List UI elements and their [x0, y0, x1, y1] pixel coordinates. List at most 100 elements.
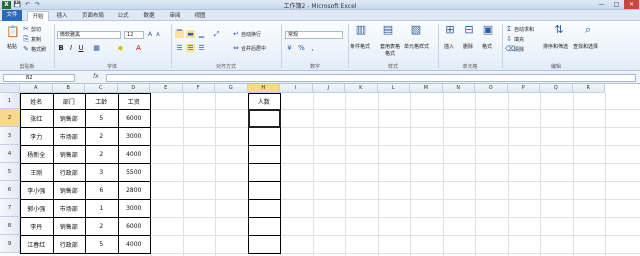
find-select-icon[interactable]: ⌕: [581, 24, 595, 36]
italic-button[interactable]: I: [67, 44, 75, 52]
active-cell-selection[interactable]: [247, 109, 281, 128]
format-icon[interactable]: ▣: [481, 24, 495, 36]
fill-color-icon[interactable]: ◆: [116, 44, 125, 52]
align-bottom-icon[interactable]: ▁: [197, 30, 206, 38]
table-cell[interactable]: 销售部: [53, 109, 86, 127]
column-header-k[interactable]: K: [345, 84, 378, 93]
row-header-8[interactable]: 8: [0, 217, 20, 235]
table-cell[interactable]: 杨新全: [20, 145, 53, 163]
column-header-h[interactable]: H: [247, 84, 280, 93]
table-cell[interactable]: 6000: [118, 109, 151, 127]
insert-icon[interactable]: ⊞: [443, 24, 457, 36]
find-select-button[interactable]: 查找和选择: [573, 43, 598, 50]
fx-icon[interactable]: fx: [93, 73, 99, 80]
undo-icon[interactable]: ↶: [23, 1, 32, 9]
currency-icon[interactable]: ¥: [285, 44, 294, 52]
table-cell[interactable]: 3: [85, 163, 118, 181]
table-cell[interactable]: 行政部: [53, 163, 86, 181]
sort-filter-icon[interactable]: ⇅: [552, 24, 566, 36]
wrap-text-button[interactable]: 自动换行: [241, 31, 261, 38]
fill-button[interactable]: 填充: [514, 36, 524, 43]
row-header-5[interactable]: 5: [0, 163, 20, 181]
copy-button[interactable]: 复制: [31, 36, 41, 43]
column-header-a[interactable]: A: [20, 84, 53, 93]
row-header-4[interactable]: 4: [0, 145, 20, 163]
grow-font-icon[interactable]: A: [146, 31, 154, 39]
align-middle-icon[interactable]: ▬: [186, 30, 195, 38]
column-header-g[interactable]: G: [215, 84, 248, 93]
table-cell[interactable]: 行政部: [53, 235, 86, 253]
table-cell[interactable]: 4000: [118, 235, 151, 253]
align-left-icon[interactable]: ☰: [175, 44, 184, 52]
row-header-2[interactable]: 2: [0, 109, 20, 127]
format-painter-button[interactable]: 格式刷: [31, 46, 46, 53]
merge-center-button[interactable]: 合并后居中: [241, 45, 266, 52]
column-header-m[interactable]: M: [410, 84, 443, 93]
column-header-q[interactable]: Q: [540, 84, 573, 93]
tab-home[interactable]: 开始: [27, 11, 49, 21]
table-cell[interactable]: 3000: [118, 127, 151, 145]
save-icon[interactable]: 💾: [13, 1, 22, 9]
font-name-select[interactable]: 微软雅黑: [57, 31, 121, 39]
column-header-o[interactable]: O: [475, 84, 508, 93]
column-header-i[interactable]: I: [280, 84, 313, 93]
table-cell[interactable]: 李丹: [20, 217, 53, 235]
worksheet-grid[interactable]: A B C D E F G H I J K L M N O P Q R 1 2 3 4 5 6 7 8 9 姓名 部门 工龄 工资 张红 销售部…: [0, 84, 640, 256]
tab-data[interactable]: 数据: [139, 11, 159, 21]
row-header-7[interactable]: 7: [0, 199, 20, 217]
clear-button[interactable]: 清除: [514, 46, 524, 53]
table-cell[interactable]: 1: [85, 199, 118, 217]
column-header-e[interactable]: E: [150, 84, 183, 93]
header-cell[interactable]: 姓名: [20, 93, 53, 109]
align-top-icon[interactable]: ▔: [175, 30, 184, 38]
row-header-3[interactable]: 3: [0, 127, 20, 145]
table-cell[interactable]: 李小强: [20, 181, 53, 199]
tab-page-layout[interactable]: 页面布局: [78, 11, 108, 21]
table-cell[interactable]: 销售部: [53, 181, 86, 199]
table-cell[interactable]: 销售部: [53, 217, 86, 235]
number-format-select[interactable]: 常规: [285, 31, 343, 39]
paste-button[interactable]: 粘贴: [7, 43, 17, 50]
percent-button[interactable]: %: [297, 44, 306, 52]
header-cell[interactable]: 工龄: [85, 93, 118, 109]
close-button[interactable]: ✕: [624, 0, 639, 9]
table-cell[interactable]: 3000: [118, 199, 151, 217]
name-box[interactable]: B2: [3, 74, 75, 82]
format-button[interactable]: 格式: [482, 43, 492, 50]
table-cell[interactable]: 郭小强: [20, 199, 53, 217]
tab-formulas[interactable]: 公式: [113, 11, 133, 21]
header-cell[interactable]: 工资: [118, 93, 151, 109]
table-cell[interactable]: 市场部: [53, 199, 86, 217]
underline-button[interactable]: U: [77, 44, 85, 52]
sort-filter-button[interactable]: 排序和筛选: [543, 43, 568, 50]
tab-view[interactable]: 视图: [190, 11, 210, 21]
conditional-format-icon[interactable]: ▥: [354, 24, 368, 36]
table-cell[interactable]: 6000: [118, 217, 151, 235]
row-header-6[interactable]: 6: [0, 181, 20, 199]
comma-button[interactable]: ,: [308, 44, 317, 52]
font-size-select[interactable]: 12: [124, 31, 144, 39]
table-cell[interactable]: 江春红: [20, 235, 53, 253]
autosum-button[interactable]: 自动求和: [514, 26, 534, 33]
table-cell[interactable]: 5: [85, 109, 118, 127]
delete-icon[interactable]: ⊟: [462, 24, 476, 36]
format-as-table-icon[interactable]: ▤: [381, 24, 395, 36]
tab-review[interactable]: 审阅: [165, 11, 185, 21]
row-header-9[interactable]: 9: [0, 235, 20, 253]
insert-button[interactable]: 插入: [444, 43, 454, 50]
cell-styles-icon[interactable]: ▧: [409, 24, 423, 36]
column-header-d[interactable]: D: [117, 84, 150, 93]
paste-icon[interactable]: 📋: [6, 26, 20, 38]
table-cell[interactable]: 王刚: [20, 163, 53, 181]
maximize-button[interactable]: □: [609, 0, 624, 9]
delete-button[interactable]: 删除: [463, 43, 473, 50]
column-header-f[interactable]: F: [182, 84, 215, 93]
table-cell[interactable]: 2: [85, 217, 118, 235]
align-right-icon[interactable]: ☰: [197, 44, 206, 52]
column-header-n[interactable]: N: [442, 84, 475, 93]
borders-icon[interactable]: ▦: [92, 44, 101, 52]
row-header-1[interactable]: 1: [0, 93, 20, 109]
column-header-r[interactable]: R: [572, 84, 605, 93]
table-cell[interactable]: 李力: [20, 127, 53, 145]
count-header-cell[interactable]: 人数: [248, 93, 281, 109]
